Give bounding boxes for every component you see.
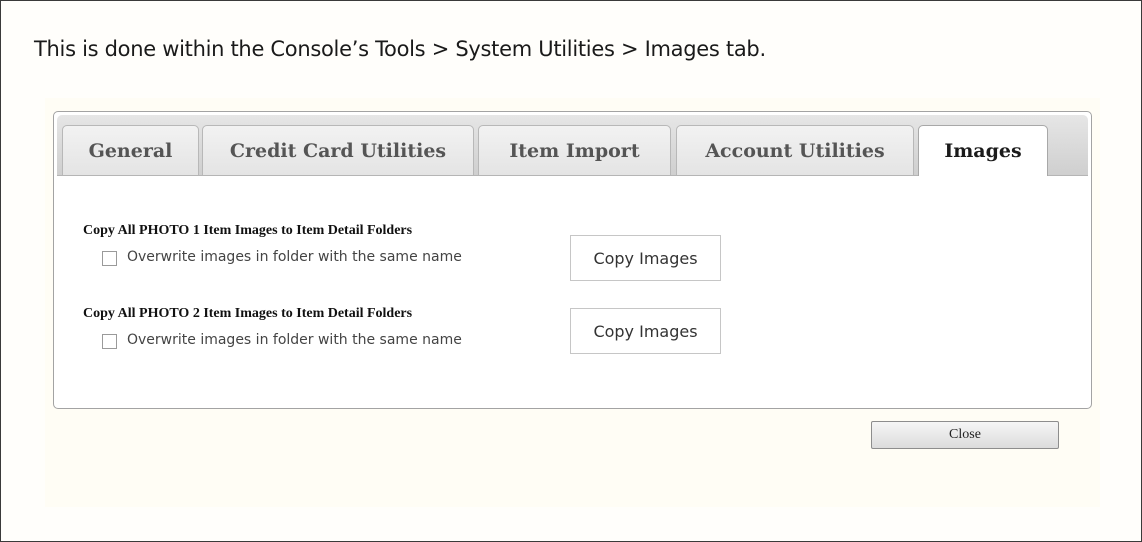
close-button[interactable]: Close [871,421,1059,449]
page-frame: This is done within the Console’s Tools … [0,0,1142,542]
tab-credit-card-utilities[interactable]: Credit Card Utilities [202,125,474,175]
photo2-overwrite-label: Overwrite images in folder with the same… [127,332,462,348]
tab-item-import[interactable]: Item Import [478,125,671,175]
tab-images[interactable]: Images [918,125,1048,176]
photo1-copy-images-button[interactable]: Copy Images [570,235,721,281]
tab-panel: General Credit Card Utilities Item Impor… [53,111,1092,409]
photo2-overwrite-checkbox[interactable] [102,334,117,349]
intro-text: This is done within the Console’s Tools … [34,37,766,61]
tab-account-utilities[interactable]: Account Utilities [676,125,914,175]
photo1-overwrite-label: Overwrite images in folder with the same… [127,249,462,265]
tab-bar: General Credit Card Utilities Item Impor… [57,115,1088,176]
photo2-copy-images-button[interactable]: Copy Images [570,308,721,354]
tab-general[interactable]: General [62,125,199,175]
photo1-overwrite-checkbox[interactable] [102,251,117,266]
photo2-section-title: Copy All PHOTO 2 Item Images to Item Det… [83,306,413,321]
photo1-section-title: Copy All PHOTO 1 Item Images to Item Det… [83,223,413,238]
system-utilities-dialog: General Credit Card Utilities Item Impor… [45,98,1100,507]
